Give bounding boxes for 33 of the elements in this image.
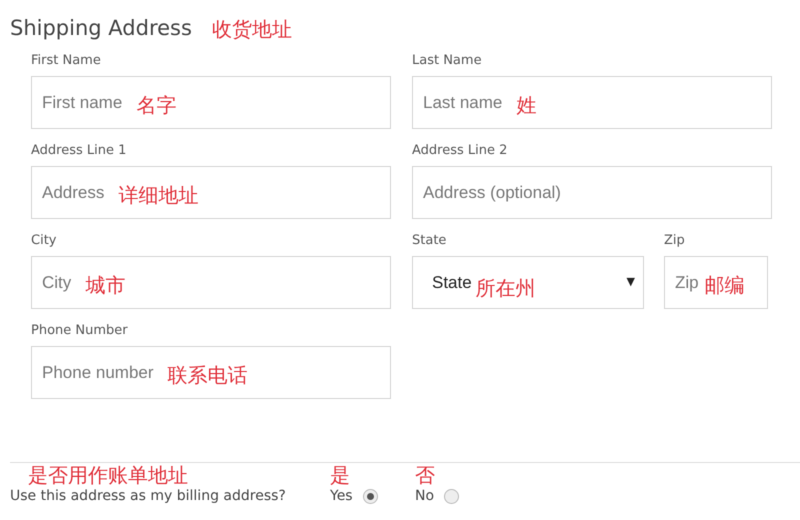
input-field[interactable]: First name — [42, 90, 122, 116]
annotation: 联系电话 — [168, 364, 248, 384]
field-label: City — [31, 232, 58, 250]
input-field[interactable]: Phone number — [42, 360, 154, 386]
field-label: State — [412, 232, 448, 250]
annotation: 名字 — [136, 94, 176, 114]
caret-icon: ▼ — [626, 274, 635, 291]
field-label: Last Name — [412, 52, 483, 70]
option-label[interactable]: No — [415, 486, 434, 506]
input-field[interactable]: Zip — [675, 270, 699, 296]
annotation: 是否用作账单地址 — [28, 465, 188, 485]
field-label: Address Line 2 — [412, 142, 508, 160]
annotation: 城市 — [85, 274, 126, 294]
field-label: First Name — [31, 52, 102, 70]
input-field[interactable]: City — [42, 270, 72, 296]
input-field[interactable]: Address (optional) — [423, 180, 561, 206]
radio-button[interactable] — [362, 488, 378, 504]
annotation: 邮编 — [704, 274, 745, 294]
annotation: 所在州 — [476, 278, 536, 298]
field-label: Address Line 1 — [31, 142, 128, 160]
input-field[interactable]: Last name — [423, 90, 502, 116]
billing-question: Use this address as my billing address? — [10, 486, 287, 506]
annotation: 是 — [330, 465, 350, 485]
annotation: 否 — [415, 465, 435, 485]
input-field[interactable]: Address — [42, 180, 104, 206]
annotation: 姓 — [516, 94, 536, 114]
option-label[interactable]: Yes — [330, 486, 353, 506]
radio-button[interactable] — [444, 488, 460, 504]
field-label: Phone Number — [31, 322, 129, 340]
form-title: Shipping Address — [10, 15, 192, 42]
field-label: Zip — [664, 232, 686, 250]
annotation: 收货地址 — [212, 19, 292, 39]
annotation: 详细地址 — [118, 184, 198, 204]
